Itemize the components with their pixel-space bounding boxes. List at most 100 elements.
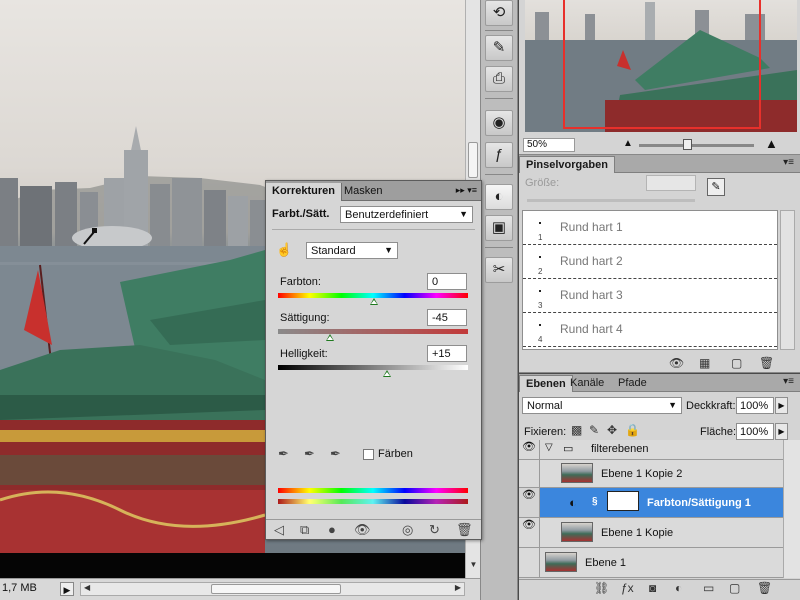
layer-row[interactable]: Ebene 1 Kopie 2 — [519, 460, 783, 488]
saturation-slider-knob[interactable] — [326, 334, 334, 341]
visibility-eye-icon[interactable]: 👁 — [519, 440, 540, 459]
status-menu-arrow-icon[interactable]: ▶ — [60, 582, 74, 596]
navigator-preview[interactable] — [525, 0, 797, 132]
back-arrow-icon[interactable]: ◁ — [274, 522, 284, 538]
saturation-slider-track[interactable] — [278, 329, 468, 334]
visibility-eye-icon[interactable]: 👁 — [519, 488, 540, 517]
zoom-in-icon[interactable]: ▲ — [765, 136, 778, 151]
brush-size-input[interactable] — [646, 175, 696, 191]
tab-pinselvorgaben[interactable]: Pinselvorgaben — [519, 156, 615, 173]
clone-source-icon[interactable]: ⎙ — [485, 66, 513, 92]
lightness-slider-track[interactable] — [278, 365, 468, 370]
styles-icon[interactable]: ◉ — [485, 110, 513, 136]
saturation-input[interactable]: -45 — [427, 309, 467, 326]
separator — [266, 519, 481, 520]
tab-kanaele[interactable]: Kanäle — [564, 375, 610, 392]
expand-view-icon[interactable]: ⧉ — [300, 522, 309, 538]
panel-menu-icon[interactable]: ▸▸ ▾≡ — [456, 185, 477, 196]
navigator-zoom-knob[interactable] — [683, 139, 692, 150]
chevron-down-icon: ▼ — [459, 209, 468, 219]
layer-row[interactable]: 👁 Ebene 1 Kopie — [519, 518, 783, 548]
scroll-left-arrow-icon[interactable]: ◀ — [84, 583, 90, 592]
lock-all-icon[interactable]: 🔒 — [625, 423, 640, 437]
channel-select[interactable]: Standard ▼ — [306, 242, 398, 259]
eyedropper-icon[interactable]: ✒ — [278, 446, 289, 462]
opacity-arrow-icon[interactable]: ▶ — [775, 397, 788, 414]
tab-pfade[interactable]: Pfade — [612, 375, 653, 392]
tab-korrekturen[interactable]: Korrekturen — [266, 183, 342, 201]
layer-name: filterebenen — [591, 443, 649, 455]
visibility-eye-icon[interactable]: 👁 — [519, 518, 540, 547]
navigator-zoom-field[interactable]: 50% — [523, 138, 575, 152]
fx-icon[interactable]: ƒx — [621, 581, 634, 595]
brush-panel-toggle-icon[interactable]: ✎ — [707, 178, 725, 196]
new-preset-icon[interactable]: ▢ — [731, 356, 742, 370]
list-item[interactable]: 1 Rund hart 1 — [523, 211, 777, 245]
trash-icon[interactable]: 🗑 — [456, 522, 473, 538]
trash-icon[interactable]: 🗑 — [759, 356, 774, 370]
eyedropper-minus-icon[interactable]: ✒ — [330, 446, 341, 462]
hue-slider-knob[interactable] — [370, 298, 378, 305]
opacity-input[interactable]: 100% — [736, 397, 774, 414]
link-layers-icon[interactable]: ⛓ — [594, 581, 609, 595]
tab-masken[interactable]: Masken — [338, 183, 389, 201]
brush-icon[interactable]: ✎ — [485, 35, 513, 61]
layer-row-selected[interactable]: 👁 ◐ § Farbton/Sättigung 1 — [519, 488, 783, 518]
fill-input[interactable]: 100% — [736, 423, 774, 440]
visibility-toggle-empty[interactable] — [519, 460, 540, 487]
new-layer-icon[interactable]: ▢ — [729, 581, 740, 595]
zoom-out-icon[interactable]: ▲ — [623, 138, 633, 149]
adjustments-panel-titlebar[interactable]: Korrekturen Masken ▸▸ ▾≡ — [266, 181, 481, 201]
group-expand-icon[interactable]: ▽ — [545, 442, 553, 453]
on-image-adjust-hand-icon[interactable]: ☝ — [276, 242, 292, 258]
navigator-view-frame[interactable] — [563, 0, 761, 129]
preset-select[interactable]: Benutzerdefiniert ▼ — [340, 206, 473, 223]
clip-to-layer-icon[interactable]: ● — [328, 522, 336, 537]
masks-icon[interactable]: ▣ — [485, 215, 513, 241]
navigator-zoom-slider[interactable] — [639, 139, 754, 150]
lightness-input[interactable]: +15 — [427, 345, 467, 362]
tool-presets-icon[interactable]: ✂ — [485, 257, 513, 283]
scroll-down-arrow-icon[interactable]: ▼ — [469, 560, 478, 569]
brush-name: Rund hart 1 — [560, 220, 623, 234]
add-mask-icon[interactable]: ◙ — [649, 581, 656, 595]
brush-list-scrollbar[interactable] — [780, 210, 795, 350]
canvas-horizontal-scrollbar[interactable]: ◀ ▶ — [80, 582, 465, 596]
lightness-slider-knob[interactable] — [383, 370, 391, 377]
trash-icon[interactable]: 🗑 — [757, 581, 772, 595]
hue-input[interactable]: 0 — [427, 273, 467, 290]
fill-arrow-icon[interactable]: ▶ — [775, 423, 788, 440]
new-adjustment-icon[interactable]: ◐ — [675, 581, 682, 595]
canvas-vertical-scroll-thumb[interactable] — [468, 142, 478, 178]
reset-icon[interactable]: ↻ — [429, 522, 440, 538]
adjustment-heading: Farbt./Sätt. — [272, 208, 330, 220]
blend-mode-select[interactable]: Normal ▼ — [522, 397, 682, 414]
view-previous-icon[interactable]: ◎ — [402, 522, 413, 538]
lock-transparency-icon[interactable]: ▩ — [571, 423, 582, 437]
eye-toggle-icon[interactable]: 👁 — [669, 356, 684, 370]
brush-size-slider[interactable] — [527, 199, 695, 202]
list-item[interactable]: 2 Rund hart 2 — [523, 245, 777, 279]
colorize-checkbox[interactable] — [363, 449, 374, 460]
layer-row[interactable]: Ebene 1 — [519, 548, 783, 578]
history-icon[interactable]: ⟲ — [485, 0, 513, 26]
lock-pixels-icon[interactable]: ✎ — [589, 423, 599, 437]
adjustments-icon[interactable]: ◐ — [485, 184, 513, 210]
new-group-icon[interactable]: ▭ — [703, 581, 714, 595]
grid-icon[interactable]: ▦ — [699, 356, 710, 370]
visibility-eye-icon[interactable]: 👁 — [354, 522, 371, 538]
eyedropper-plus-icon[interactable]: ✒ — [304, 446, 315, 462]
list-item[interactable]: 3 Rund hart 3 — [523, 279, 777, 313]
panel-menu-icon[interactable]: ▾≡ — [783, 157, 794, 168]
fx-icon[interactable]: ƒ — [485, 142, 513, 168]
list-item[interactable]: 4 Rund hart 4 — [523, 313, 777, 347]
scroll-right-arrow-icon[interactable]: ▶ — [455, 583, 461, 592]
lock-position-icon[interactable]: ✥ — [607, 423, 617, 437]
canvas-horizontal-scroll-thumb[interactable] — [211, 584, 341, 594]
layers-panel-footer: ⛓ ƒx ◙ ◐ ▭ ▢ 🗑 — [519, 579, 800, 599]
link-chain-icon[interactable]: § — [592, 496, 598, 507]
visibility-toggle-empty[interactable] — [519, 548, 540, 577]
layers-list-scrollbar[interactable] — [783, 440, 800, 578]
layer-group-row[interactable]: 👁 ▽ ▭ filterebenen — [519, 440, 783, 460]
panel-menu-icon[interactable]: ▾≡ — [783, 376, 794, 387]
